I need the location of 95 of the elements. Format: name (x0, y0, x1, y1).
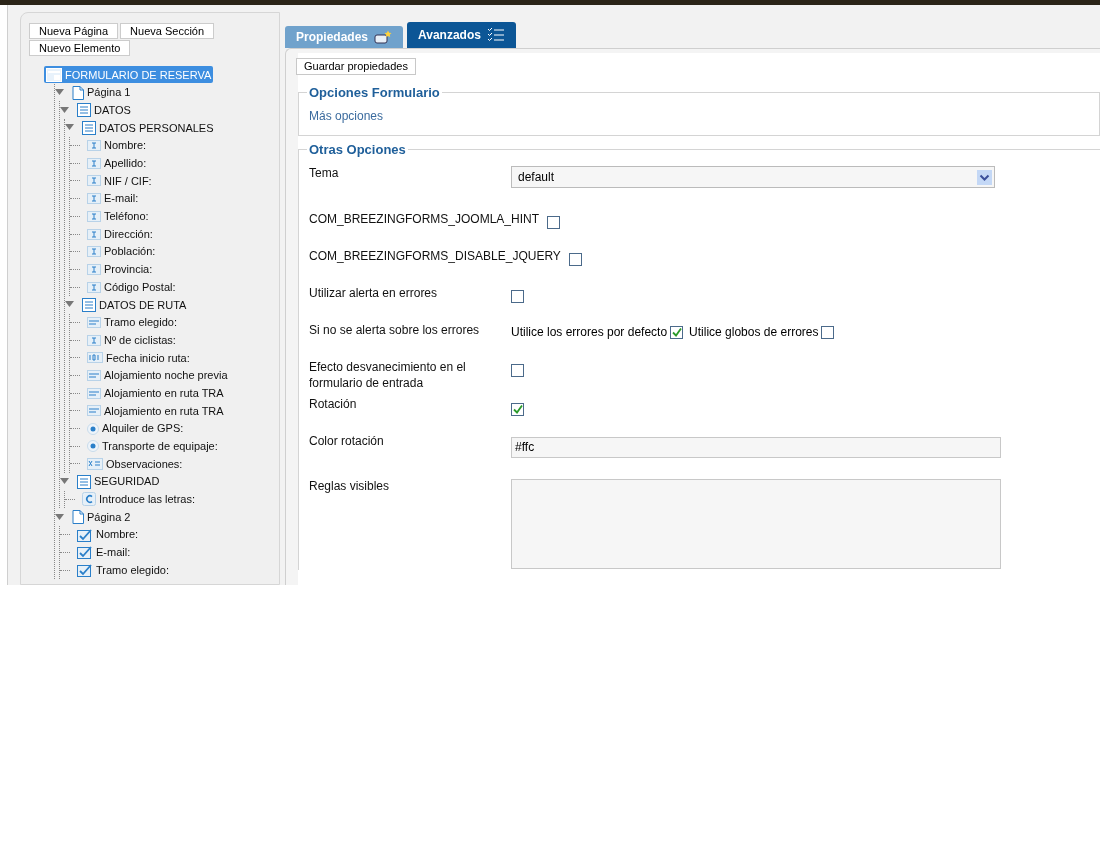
tree-item[interactable]: Tramo elegido: (86, 314, 178, 331)
tree-item[interactable]: Alquiler de GPS: (86, 420, 185, 437)
tree-item[interactable]: Código Postal: (86, 278, 177, 296)
section-icon (77, 103, 91, 118)
section-icon (82, 297, 96, 312)
tree-item[interactable]: Población: (86, 243, 157, 260)
tree-item[interactable]: Transporte de equipaje: (86, 438, 219, 455)
checkbox[interactable] (568, 253, 582, 266)
expand-arrow-icon[interactable] (65, 301, 74, 309)
tree-item[interactable]: Fecha inicio ruta: (86, 349, 191, 367)
text-field-icon (87, 193, 101, 205)
option-label: COM_BREEZINGFORMS_DISABLE_JQUERY (309, 248, 562, 264)
tree-item[interactable]: Tramo elegido: (76, 561, 170, 579)
checkbox[interactable] (511, 290, 524, 303)
text-field-icon (87, 140, 101, 152)
tree-item[interactable]: NIF / CIF: (86, 172, 153, 190)
dropdown-field-icon (87, 387, 101, 399)
form-icon (46, 67, 62, 82)
checkbox-field-icon (77, 563, 93, 578)
option-label: COM_BREEZINGFORMS_JOOMLA_HINT (309, 211, 541, 227)
section-heading: Opciones Formulario (308, 84, 441, 102)
page-icon (72, 510, 84, 525)
checkbox[interactable] (511, 403, 524, 416)
captcha-icon (82, 492, 96, 507)
starred-card-icon (374, 30, 393, 44)
tree-item[interactable]: E-mail: (76, 544, 132, 561)
tree-item[interactable]: DATOS PERSONALES (81, 119, 215, 137)
text-field-icon (87, 210, 101, 222)
tree-item[interactable]: Dirección: (86, 225, 154, 243)
checkbox[interactable] (511, 364, 524, 377)
dropdown-field-icon (87, 370, 101, 382)
text-field-icon (87, 175, 101, 187)
dropdown-field-icon (87, 405, 101, 417)
option-label: Rotación (309, 396, 358, 412)
text-field-icon (87, 228, 101, 240)
tree-item[interactable]: Página 1 (71, 84, 132, 101)
radio-field-icon (87, 440, 99, 453)
option-label: Utilice globos de errores (689, 324, 819, 341)
tree-item[interactable]: Nombre: (76, 526, 140, 543)
expand-arrow-icon[interactable] (60, 106, 69, 114)
textarea-field[interactable] (511, 479, 1001, 569)
calendar-field-icon (87, 352, 103, 364)
more-options-link[interactable]: Más opciones (309, 108, 384, 123)
option-label: Si no se alerta sobre los errores (309, 322, 481, 338)
tree-item[interactable]: Apellido: (86, 155, 148, 172)
tree-item[interactable]: SEGURIDAD (76, 473, 161, 490)
tree-item[interactable]: Alojamiento noche previa (86, 367, 229, 384)
tree-item[interactable]: Alojamiento en ruta TRA (86, 402, 225, 420)
checkbox-field-icon (77, 527, 93, 542)
text-field-icon (87, 281, 101, 293)
toolbar-button[interactable]: Nueva Página (29, 23, 119, 39)
save-properties-button[interactable]: Guardar propiedades (296, 58, 416, 75)
option-label: Utilizar alerta en errores (309, 285, 439, 301)
tree-item[interactable]: Introduce las letras: (81, 491, 196, 508)
tree-item[interactable]: Observaciones: (86, 455, 184, 473)
option-label: Color rotación (309, 433, 385, 449)
tree-item[interactable]: DATOS DE RUTA (81, 296, 188, 314)
toolbar-button[interactable]: Nuevo Elemento (29, 40, 131, 56)
tree-item[interactable]: Página 2 (71, 508, 132, 526)
section-icon (82, 120, 96, 135)
tree-item[interactable]: E-mail: (86, 190, 140, 207)
checkbox-field-icon (77, 545, 93, 560)
text-field-icon (87, 246, 101, 258)
section-icon (77, 474, 91, 489)
option-label: Tema (309, 165, 340, 181)
tree-item[interactable]: Teléfono: (86, 208, 150, 225)
textarea-field-icon (87, 457, 103, 470)
text-field-icon (87, 263, 101, 275)
expand-arrow-icon[interactable] (60, 478, 69, 486)
radio-field-icon (87, 422, 99, 435)
checkbox[interactable] (821, 325, 835, 339)
page-icon (72, 85, 84, 100)
dropdown-field-icon (87, 316, 101, 328)
tree-item[interactable]: Provincia: (86, 261, 154, 278)
option-label: Reglas visibles (309, 478, 391, 494)
checkbox[interactable] (670, 325, 684, 339)
chevron-down-icon (977, 169, 992, 185)
theme-select[interactable]: default (511, 166, 995, 188)
checkbox[interactable] (547, 216, 561, 229)
input-field[interactable]: #ffc (511, 436, 1001, 458)
option-label: Utilice los errores por defecto (511, 324, 668, 341)
tree-item[interactable]: Nombre: (86, 137, 148, 154)
expand-arrow-icon[interactable] (65, 124, 74, 132)
tree-item[interactable]: Alojamiento en ruta TRA (86, 384, 225, 402)
expand-arrow-icon[interactable] (55, 89, 64, 97)
checklist-icon (486, 27, 505, 43)
tree-item[interactable]: DATOS (76, 101, 132, 119)
text-field-icon (87, 157, 101, 169)
tab[interactable]: Avanzados (407, 22, 516, 48)
tree-item[interactable]: Nº de ciclistas: (86, 331, 177, 349)
section-heading: Otras Opciones (308, 140, 407, 159)
expand-arrow-icon[interactable] (55, 513, 64, 521)
text-field-icon (87, 334, 101, 346)
option-label: Efecto desvanecimiento en el formulario de entrada (309, 359, 467, 391)
toolbar-button[interactable]: Nueva Sección (120, 23, 215, 39)
